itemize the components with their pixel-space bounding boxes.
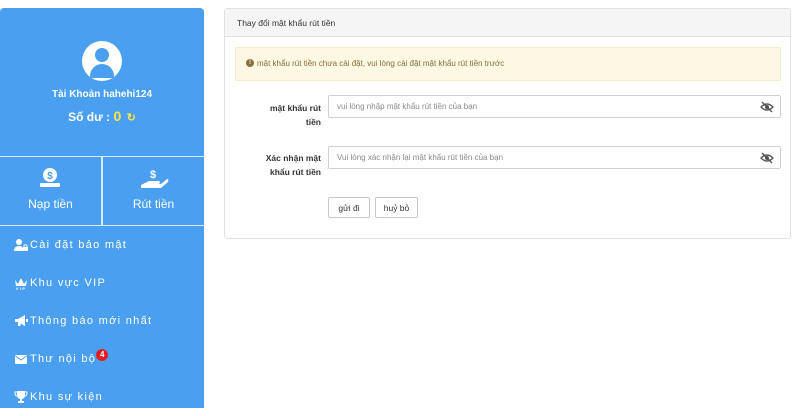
eye-slash-icon[interactable] [760, 101, 774, 113]
megaphone-icon [15, 315, 28, 326]
svg-text:$: $ [150, 169, 156, 181]
sidebar-item-label: Khu sự kiện [30, 391, 104, 403]
exclamation-icon: ! [246, 58, 254, 67]
hand-coin-icon: $ [141, 169, 169, 188]
warning-alert: ! mật khẩu rút tiền chưa cài đặt, vui lòn… [235, 47, 781, 81]
eye-slash-icon[interactable] [760, 152, 774, 164]
user-lock-icon [14, 239, 28, 251]
balance-label: Số dư : [68, 110, 111, 124]
trophy-icon [14, 391, 28, 403]
password-field [328, 95, 781, 118]
deposit-button[interactable]: $ Nạp tiền [0, 157, 101, 225]
withdraw-button[interactable]: $ Rút tiền [103, 157, 204, 225]
password-label-line1: mật khẩu rút [269, 103, 321, 113]
crown-icon: VIP [15, 278, 27, 290]
refresh-icon[interactable]: ↻ [127, 112, 136, 124]
sidebar-item-label: Thông báo mới nhất [30, 315, 153, 327]
sidebar-item-label: Cài đặt bảo mật [30, 239, 128, 251]
avatar-icon [82, 41, 122, 81]
account-name: Tài Khoản hahehi124 [51, 89, 153, 100]
sidebar-item-events[interactable]: Khu sự kiện [0, 378, 204, 416]
confirm-label-line2: khẩu rút tiền [269, 167, 321, 177]
password-input[interactable] [329, 96, 749, 117]
sidebar: Tài Khoản hahehi124 Số dư : 0 ↻ $ Nạp ti… [0, 8, 204, 408]
sidebar-item-vip[interactable]: VIP Khu vực VIP [0, 264, 204, 302]
submit-button[interactable]: gửi đi [328, 197, 370, 218]
confirm-password-field [328, 146, 781, 169]
sidebar-item-label: Khu vực VIP [30, 277, 107, 289]
svg-text:VIP: VIP [16, 286, 26, 290]
sidebar-item-inbox[interactable]: Thư nội bộ 4 [0, 340, 204, 378]
sidebar-menu: Cài đặt bảo mật VIP Khu vực VIP Thông bá… [0, 226, 204, 416]
confirm-password-label: Xác nhận mật khẩu rút tiền [237, 151, 321, 179]
panel-title: Thay đổi mật khẩu rút tiền [225, 9, 790, 37]
sidebar-item-security[interactable]: Cài đặt bảo mật [0, 226, 204, 264]
envelope-icon [15, 355, 27, 364]
cancel-button[interactable]: huỷ bỏ [375, 197, 418, 218]
profile-section: Tài Khoản hahehi124 Số dư : 0 ↻ [0, 8, 204, 156]
confirm-password-input[interactable] [329, 147, 749, 168]
alert-text: mật khẩu rút tiền chưa cài đặt, vui lòng… [257, 59, 505, 68]
confirm-label-line1: Xác nhận mật [265, 153, 321, 163]
svg-text:$: $ [47, 171, 53, 182]
password-label: mật khẩu rút tiền [237, 101, 321, 129]
unread-badge: 4 [96, 349, 109, 361]
sidebar-item-notifications[interactable]: Thông báo mới nhất [0, 302, 204, 340]
balance-value: 0 [113, 108, 122, 124]
withdraw-label: Rút tiền [132, 197, 175, 211]
balance: Số dư : 0 ↻ [0, 108, 204, 124]
password-label-line2: tiền [305, 117, 321, 127]
sidebar-item-label: Thư nội bộ [30, 353, 97, 365]
money-bag-icon: $ [40, 168, 60, 187]
deposit-label: Nạp tiền [28, 197, 73, 211]
wallet-actions: $ Nạp tiền $ Rút tiền [0, 157, 204, 225]
withdraw-password-panel: Thay đổi mật khẩu rút tiền ! mật khẩu rút… [224, 8, 791, 239]
